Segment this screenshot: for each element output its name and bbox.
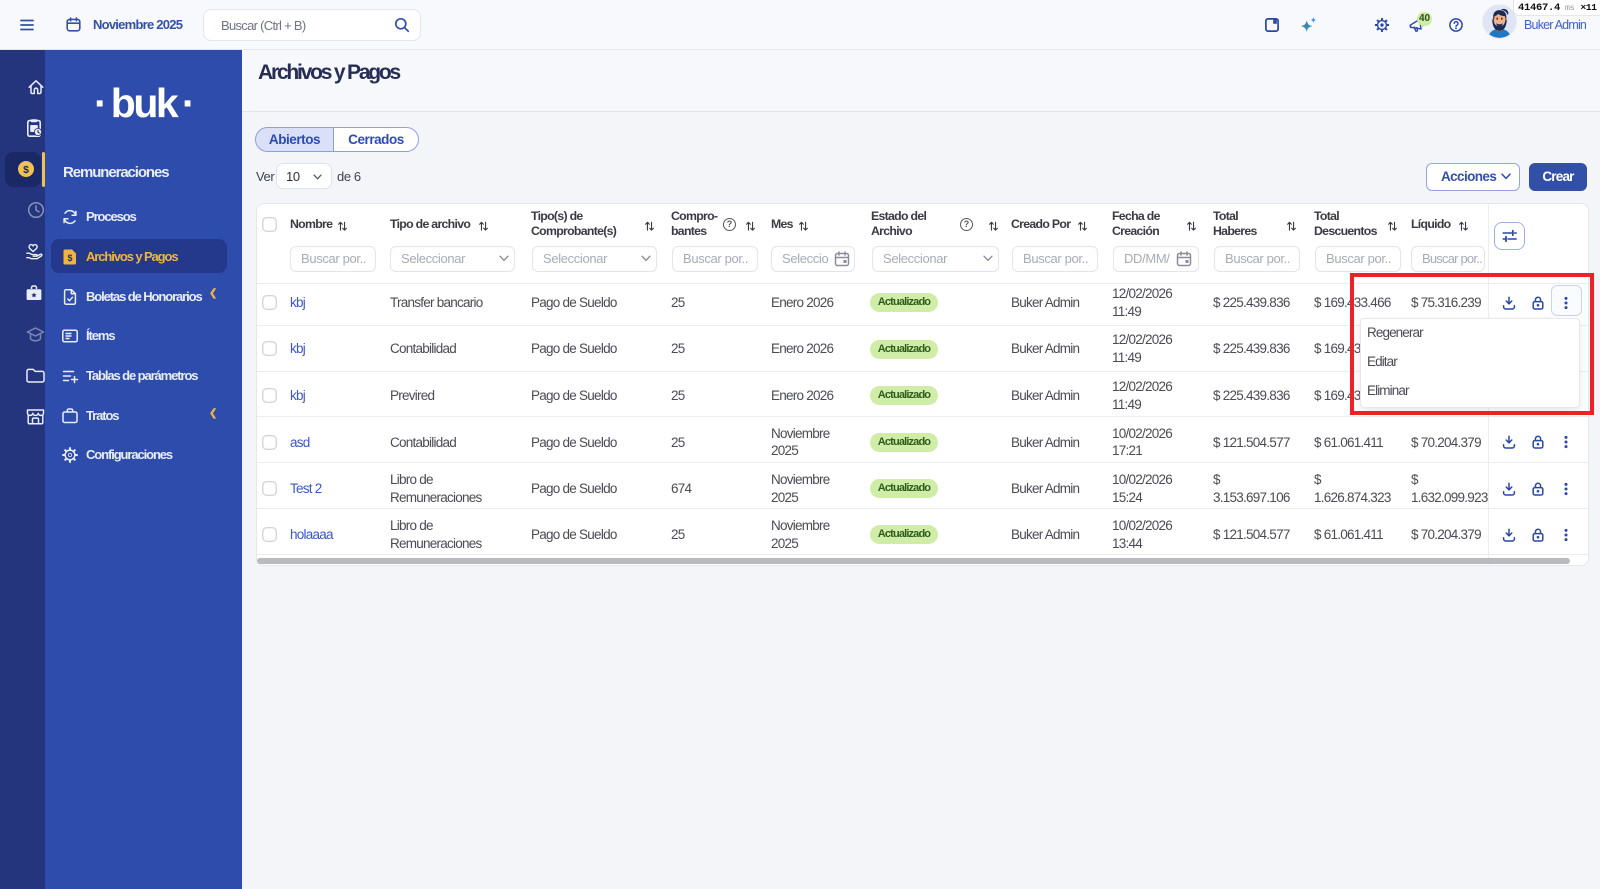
svg-text:$: $ (23, 164, 29, 176)
svg-text:$: $ (67, 253, 72, 263)
